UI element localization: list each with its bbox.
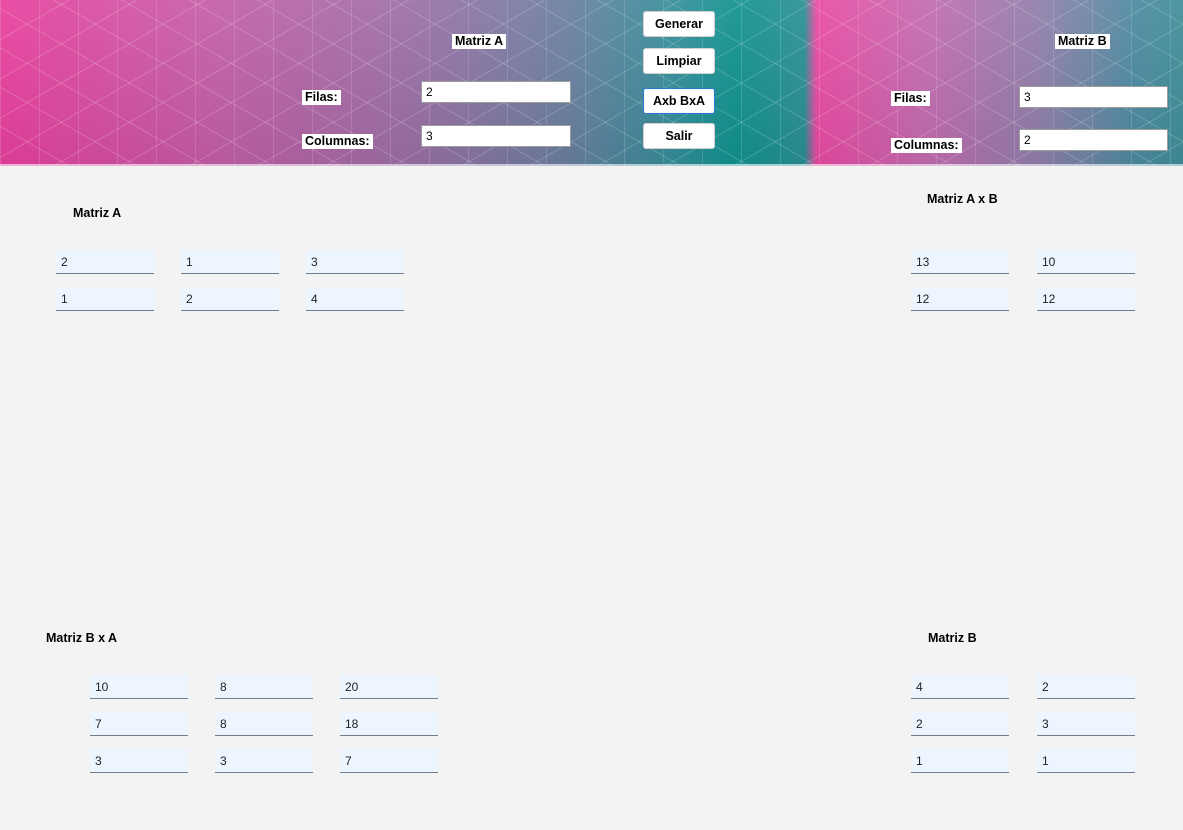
salir-button[interactable]: Salir	[643, 123, 715, 149]
matriz-a-columnas-input[interactable]: 3	[421, 125, 571, 147]
matriz-axb-cell[interactable]: 12	[911, 287, 1009, 311]
matriz-b-columnas-label: Columnas:	[891, 138, 962, 153]
matriz-bxa-cell[interactable]: 7	[340, 749, 438, 773]
matriz-b-cell[interactable]: 3	[1037, 712, 1135, 736]
matriz-b-title: Matriz B	[928, 631, 977, 645]
matriz-bxa-cell[interactable]: 8	[215, 712, 313, 736]
matriz-a-filas-input[interactable]: 2	[421, 81, 571, 103]
matriz-axb-cell[interactable]: 12	[1037, 287, 1135, 311]
matriz-bxa-cell[interactable]: 7	[90, 712, 188, 736]
matriz-a-cell[interactable]: 2	[181, 287, 279, 311]
matriz-axb-title: Matriz A x B	[927, 192, 998, 206]
axb-bxa-button[interactable]: Axb BxA	[643, 88, 715, 114]
matriz-bxa-cell[interactable]: 8	[215, 675, 313, 699]
matriz-a-cell[interactable]: 1	[56, 287, 154, 311]
matriz-axb-cell[interactable]: 13	[911, 250, 1009, 274]
matriz-b-cell[interactable]: 1	[1037, 749, 1135, 773]
matriz-bxa-title: Matriz B x A	[46, 631, 118, 645]
matriz-b-filas-input[interactable]: 3	[1019, 86, 1168, 108]
generar-button[interactable]: Generar	[643, 11, 715, 37]
matriz-a-header-title: Matriz A	[452, 34, 507, 49]
matriz-bxa-cell[interactable]: 18	[340, 712, 438, 736]
matriz-a-filas-label: Filas:	[302, 90, 341, 105]
matriz-axb-cell[interactable]: 10	[1037, 250, 1135, 274]
matriz-a-cell[interactable]: 1	[181, 250, 279, 274]
matriz-b-filas-label: Filas:	[891, 91, 930, 106]
matriz-b-cell[interactable]: 4	[911, 675, 1009, 699]
matriz-b-cell[interactable]: 1	[911, 749, 1009, 773]
matriz-bxa-cell[interactable]: 3	[90, 749, 188, 773]
matriz-b-columnas-input[interactable]: 2	[1019, 129, 1168, 151]
matriz-a-title: Matriz A	[73, 206, 122, 220]
matriz-a-cell[interactable]: 2	[56, 250, 154, 274]
header-banner: Matriz A Filas: 2 Columnas: 3 Generar Li…	[0, 0, 1183, 166]
matriz-a-columnas-label: Columnas:	[302, 134, 373, 149]
matriz-b-cell[interactable]: 2	[911, 712, 1009, 736]
matriz-bxa-cell[interactable]: 10	[90, 675, 188, 699]
matriz-b-cell[interactable]: 2	[1037, 675, 1135, 699]
matriz-a-cell[interactable]: 3	[306, 250, 404, 274]
matriz-b-header-title: Matriz B	[1055, 34, 1110, 49]
matriz-bxa-cell[interactable]: 3	[215, 749, 313, 773]
matriz-a-cell[interactable]: 4	[306, 287, 404, 311]
matriz-bxa-cell[interactable]: 20	[340, 675, 438, 699]
limpiar-button[interactable]: Limpiar	[643, 48, 715, 74]
